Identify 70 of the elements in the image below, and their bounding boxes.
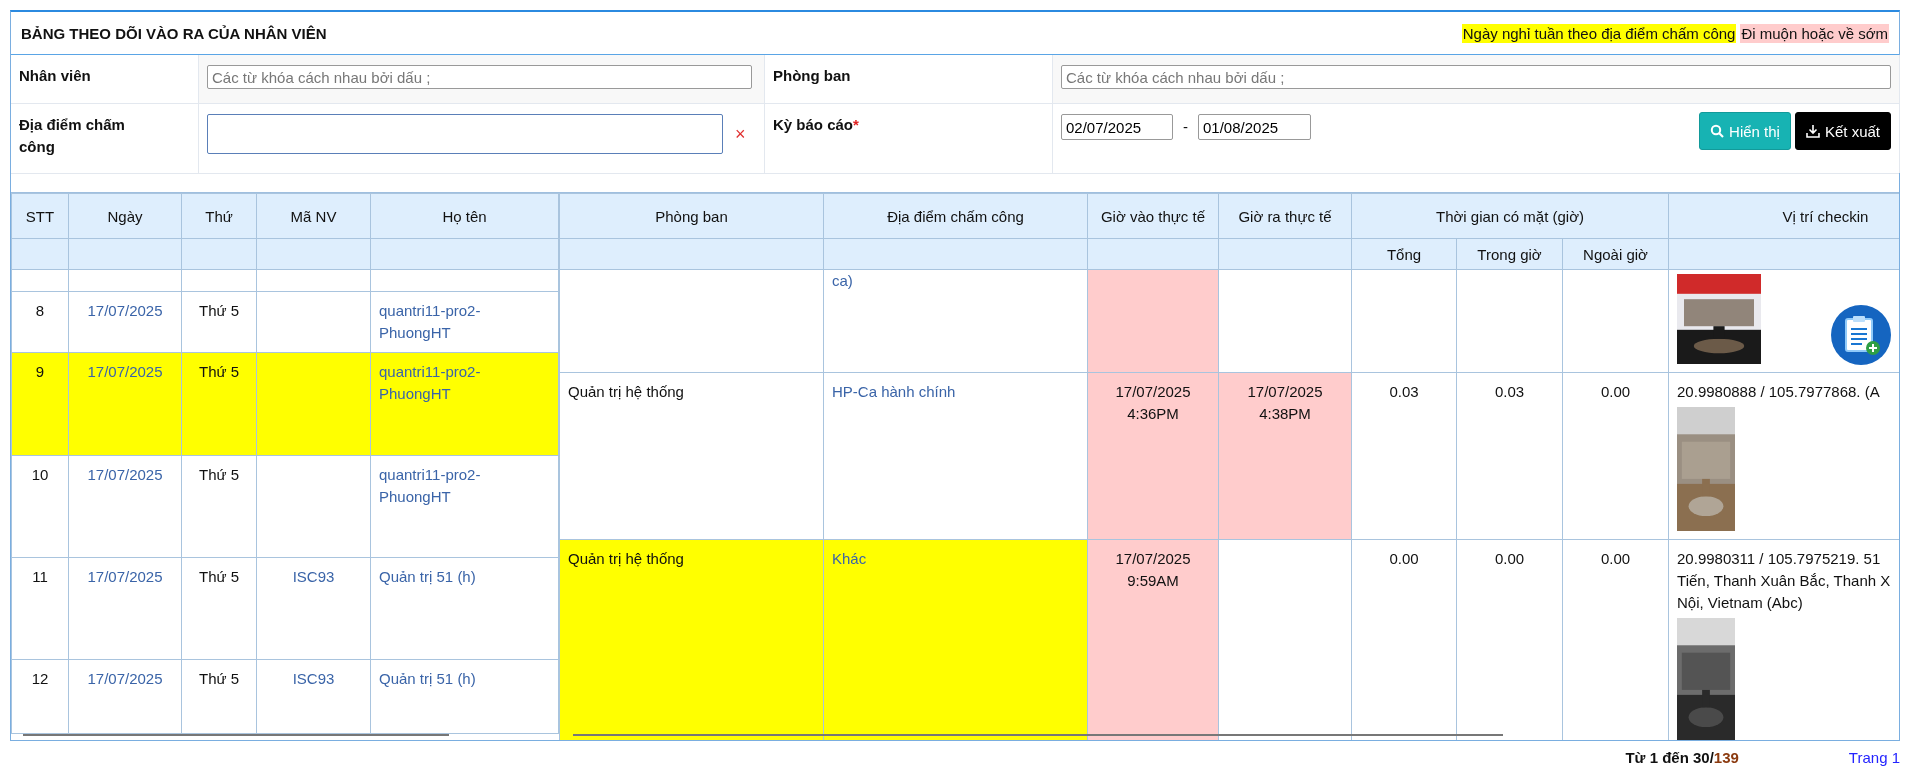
- column-header: Ngày: [68, 193, 182, 239]
- table-cell: Quản trị 51 (h): [370, 659, 559, 734]
- column-header: Ngoài giờ: [1562, 238, 1669, 270]
- table-cell: 0.00: [1562, 372, 1669, 540]
- page-link[interactable]: Trang 1: [1848, 749, 1900, 766]
- table-cell: 12: [11, 659, 69, 734]
- record-range: Từ 1 đến 30/139: [1625, 749, 1739, 766]
- column-header: Phòng ban: [559, 193, 824, 239]
- horizontal-scrollbar[interactable]: [23, 734, 449, 736]
- table-cell: Quản trị 51 (h): [370, 557, 559, 660]
- export-button[interactable]: Kết xuất: [1794, 112, 1891, 150]
- date-field[interactable]: 01/08/2025: [1198, 114, 1311, 140]
- table-cell: 17/07/2025: [68, 455, 182, 558]
- legend-item: Ngày nghỉ tuần theo địa điểm chấm công: [1461, 23, 1737, 43]
- legend-item: Đi muộn hoặc về sớm: [1740, 23, 1889, 43]
- column-header: Thứ: [181, 193, 257, 239]
- table-cell: 0.03: [1351, 372, 1457, 540]
- column-header: Địa điểm chấm công: [823, 193, 1088, 239]
- clear-button[interactable]: ×: [735, 124, 746, 145]
- table-cell: 9: [11, 352, 69, 456]
- column-header: Giờ vào thực tế: [1087, 193, 1219, 239]
- table-cell: ISC93: [256, 659, 371, 734]
- table-cell: Quản trị hệ thống: [559, 372, 824, 540]
- input-field[interactable]: Các từ khóa cách nhau bởi dấu ;: [1061, 65, 1891, 89]
- table-cell: quantri11-pro2-PhuongHT: [370, 352, 559, 456]
- table-cell: 8: [11, 291, 69, 353]
- column-header: Thời gian có mặt (giờ): [1351, 193, 1669, 239]
- table-cell-text: 20.9980888 / 105.7977868. (A: [1677, 382, 1881, 402]
- table-cell: 17/07/2025: [68, 352, 182, 456]
- table-cell: quantri11-pro2-PhuongHT: [370, 455, 559, 558]
- table-cell: 17/07/2025 9:59AM: [1087, 539, 1219, 740]
- table-cell: Thứ 5: [181, 291, 257, 353]
- column-header: Vị trí checkin: [1668, 193, 1899, 239]
- input-field[interactable]: Các từ khóa cách nhau bởi dấu ;: [207, 65, 752, 89]
- table-cell: ISC93: [256, 557, 371, 660]
- table-cell: 17/07/2025: [68, 659, 182, 734]
- table-cell: Thứ 5: [181, 557, 257, 660]
- date-separator: -: [1183, 117, 1188, 137]
- table-cell: 17/07/2025 4:38PM: [1218, 372, 1352, 540]
- table-cell: Thứ 5: [181, 659, 257, 734]
- table-cell: ca): [823, 269, 1088, 373]
- field-label: Nhân viên: [19, 66, 91, 86]
- field-label: Phòng ban: [773, 66, 851, 86]
- table-cell: Thứ 5: [181, 352, 257, 456]
- column-header: Giờ ra thực tế: [1218, 193, 1352, 239]
- column-header: Tổng: [1351, 238, 1457, 270]
- table-cell-text: 20.9980311 / 105.7975219. 51 Tiến, Thanh Xuân Bắc, Thanh X Nội, Vietnam (Abc): [1677, 549, 1892, 613]
- field-label: Kỳ báo cáo*: [773, 115, 859, 135]
- table-cell: 0.03: [1456, 372, 1563, 540]
- download-icon: [1805, 124, 1820, 138]
- table-cell: 10: [11, 455, 69, 558]
- column-header: Họ tên: [370, 193, 559, 239]
- table-cell: Quản trị hệ thống: [559, 539, 824, 740]
- column-header: STT: [11, 193, 69, 239]
- table-cell: HP-Ca hành chính: [823, 372, 1088, 540]
- table-cell: quantri11-pro2-PhuongHT: [370, 291, 559, 353]
- table-cell: 17/07/2025 4:36PM: [1087, 372, 1219, 540]
- panel-title: BẢNG THEO DÕI VÀO RA CỦA NHÂN VIÊN: [21, 24, 327, 42]
- field-label: Địa điểm chấm công: [19, 115, 126, 157]
- table-cell: 17/07/2025: [68, 291, 182, 353]
- table-cell: Thứ 5: [181, 455, 257, 558]
- input-field[interactable]: [207, 114, 723, 154]
- date-field[interactable]: 02/07/2025: [1061, 114, 1173, 140]
- table-cell: 17/07/2025: [68, 557, 182, 660]
- table-cell: Khác: [823, 539, 1088, 740]
- horizontal-scrollbar[interactable]: [573, 734, 1503, 736]
- column-header: Trong giờ: [1456, 238, 1563, 270]
- column-header: Mã NV: [256, 193, 371, 239]
- table-cell: 11: [11, 557, 69, 660]
- search-icon: [1710, 124, 1725, 138]
